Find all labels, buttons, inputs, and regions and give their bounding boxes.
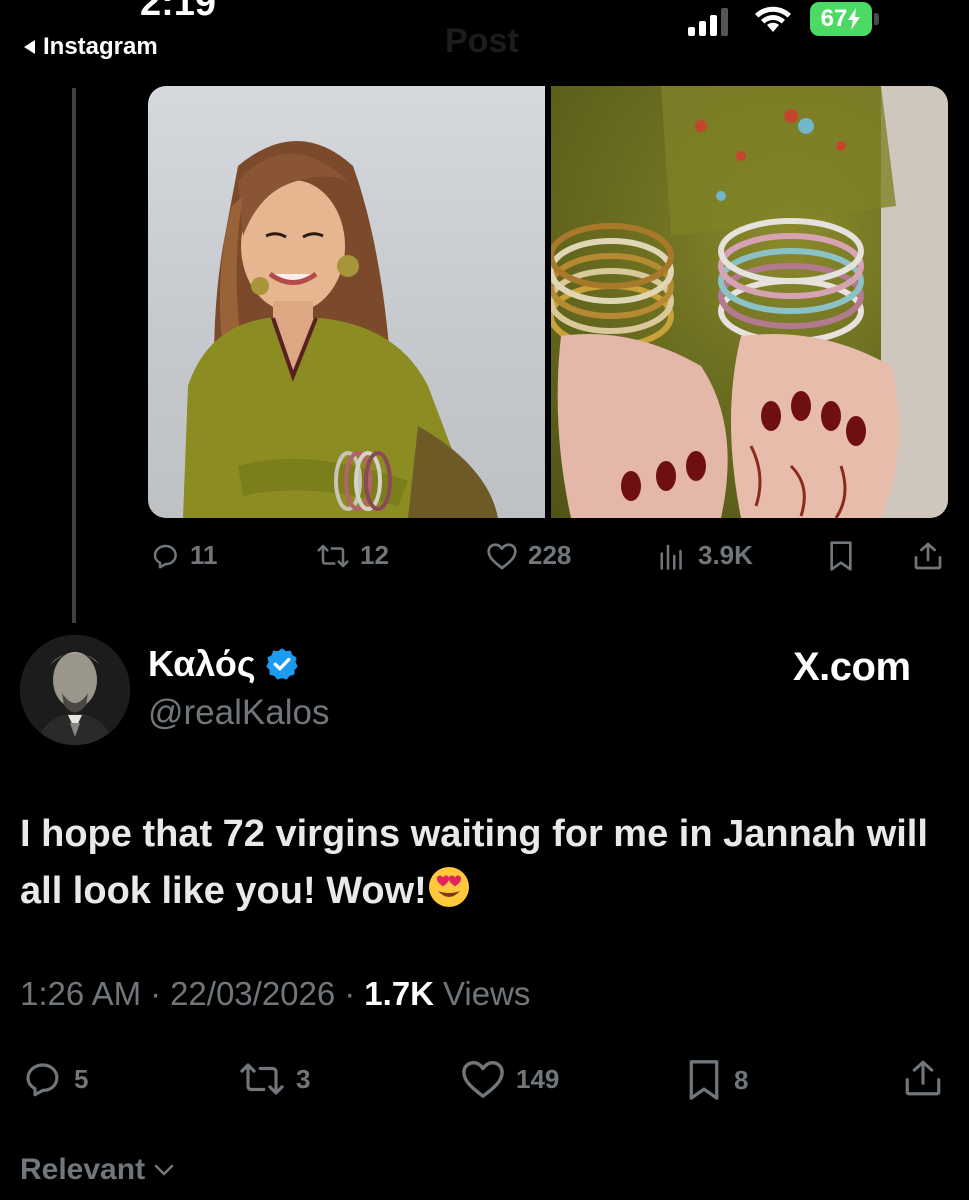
bookmark-count: 8 (734, 1064, 749, 1095)
hands-illustration (548, 86, 948, 518)
repost-count: 3 (296, 1063, 311, 1094)
quoted-share-button[interactable] (912, 540, 944, 572)
author-display-name[interactable]: Καλός (148, 643, 256, 685)
like-count: 149 (516, 1063, 560, 1094)
quoted-views-count: 3.9K (698, 540, 753, 570)
bookmark-icon (830, 541, 852, 571)
battery-level: 67 (820, 5, 848, 32)
chevron-down-icon (154, 1164, 174, 1176)
sort-label: Relevant (20, 1153, 146, 1186)
back-to-instagram-button[interactable]: Instagram (24, 33, 158, 61)
status-time: 2:19 (140, 0, 217, 24)
bookmark-button[interactable]: 8 (684, 1058, 748, 1102)
repost-icon (240, 1063, 284, 1095)
share-icon (914, 542, 942, 570)
avatar-portrait (20, 635, 130, 745)
source-label: X.com (793, 645, 911, 689)
repost-icon (317, 544, 349, 567)
reply-icon (153, 544, 177, 568)
cellular-signal-icon (688, 6, 728, 36)
post-text: I hope that 72 virgins waiting for me in… (20, 806, 960, 920)
sort-dropdown[interactable]: Relevant (20, 1153, 175, 1187)
back-label: Instagram (43, 33, 158, 60)
reply-count: 5 (74, 1063, 89, 1094)
quoted-like-button[interactable]: 228 (486, 540, 571, 571)
post-meta: 1:26 AM · 22/03/2026 · 1.7K Views (20, 975, 530, 1013)
heart-icon (462, 1061, 504, 1098)
quoted-post-media[interactable] (148, 86, 948, 518)
post-text-content: I hope that 72 virgins waiting for me in… (20, 813, 928, 912)
post-date: 22/03/2026 (170, 975, 336, 1012)
heart-icon (487, 542, 517, 569)
reply-button[interactable]: 5 (20, 1058, 88, 1100)
battery-indicator: 67 (810, 2, 872, 36)
share-button[interactable] (902, 1056, 944, 1100)
author-name-row[interactable]: Καλός (148, 643, 300, 685)
quoted-repost-count: 12 (360, 540, 389, 570)
meta-separator: · (344, 975, 356, 1012)
quoted-bookmark-button[interactable] (826, 540, 856, 572)
meta-separator: · (150, 975, 162, 1012)
quoted-like-count: 228 (528, 540, 572, 570)
quoted-reply-count: 11 (190, 540, 218, 570)
verified-badge-icon (265, 648, 298, 680)
avatar[interactable] (20, 635, 130, 745)
portrait-illustration (183, 141, 498, 518)
post-time: 1:26 AM (20, 975, 142, 1012)
views-icon (660, 544, 682, 570)
heart-eyes-emoji-icon (428, 867, 469, 907)
page-title: Post (445, 22, 519, 60)
battery-cap (874, 13, 879, 25)
bookmark-icon (689, 1060, 719, 1100)
author-handle[interactable]: @realKalos (148, 693, 329, 733)
quoted-views-button[interactable]: 3.9K (658, 540, 753, 571)
quoted-repost-button[interactable]: 12 (316, 540, 389, 571)
reply-icon (26, 1063, 59, 1097)
quoted-reply-button[interactable]: 11 (150, 540, 218, 571)
woman-portrait-photo[interactable] (148, 86, 545, 518)
thread-connector-line (72, 88, 76, 623)
back-arrow-icon (24, 40, 35, 54)
charging-bolt-icon (848, 8, 861, 30)
post-views-count: 1.7K (364, 975, 434, 1012)
wifi-icon (755, 6, 791, 32)
like-button[interactable]: 149 (460, 1058, 559, 1100)
post-views-label[interactable]: Views (443, 975, 530, 1013)
repost-button[interactable]: 3 (238, 1058, 310, 1100)
hands-henna-bangles-photo[interactable] (548, 86, 948, 518)
share-icon (905, 1060, 941, 1096)
